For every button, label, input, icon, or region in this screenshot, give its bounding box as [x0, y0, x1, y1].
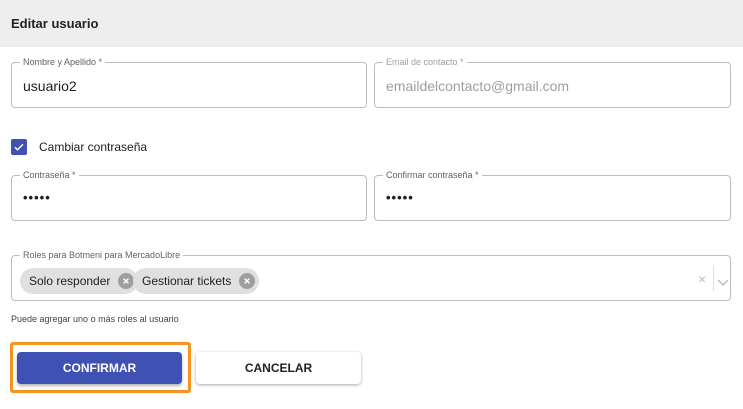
password-field-label: Contraseña * [20, 169, 79, 181]
confirm-password-field[interactable]: Confirmar contraseña * ••••• [374, 169, 731, 221]
close-circle-icon[interactable] [118, 273, 135, 289]
roles-helper-text: Puede agregar uno o más roles al usuario [11, 314, 179, 324]
change-password-label: Cambiar contraseña [39, 140, 148, 154]
password-field[interactable]: Contraseña * ••••• [11, 169, 367, 221]
password-field-value: ••••• [23, 190, 51, 205]
email-field-placeholder: emaildelcontacto@gmail.com [386, 78, 570, 94]
check-icon [14, 143, 24, 151]
dialog-title: Editar usuario [11, 16, 99, 31]
change-password-checkbox[interactable] [11, 139, 27, 155]
confirm-password-field-label: Confirmar contraseña * [383, 169, 482, 181]
name-field-value: usuario2 [23, 78, 77, 94]
roles-select-label: Roles para Botmeni para MercadoLibre [20, 249, 184, 261]
confirm-button[interactable]: CONFIRMAR [17, 352, 182, 384]
role-chip-label: Gestionar tickets [142, 274, 232, 288]
role-chip-label: Solo responder [29, 274, 111, 288]
role-chip-solo-responder: Solo responder [20, 268, 139, 294]
clear-selection-icon[interactable]: × [698, 271, 706, 287]
chevron-down-icon[interactable] [717, 274, 729, 292]
change-password-row[interactable]: Cambiar contraseña [11, 139, 147, 155]
role-chip-gestionar-tickets: Gestionar tickets [133, 268, 260, 294]
email-field-label: Email de contacto * [383, 56, 467, 68]
select-divider [713, 265, 714, 291]
confirm-password-field-value: ••••• [386, 190, 414, 205]
cancel-button[interactable]: CANCELAR [196, 352, 361, 384]
close-circle-icon[interactable] [239, 273, 256, 289]
dialog-header: Editar usuario [0, 0, 743, 47]
name-field[interactable]: Nombre y Apellido * usuario2 [11, 56, 367, 108]
name-field-label: Nombre y Apellido * [20, 56, 106, 68]
email-field[interactable]: Email de contacto * emaildelcontacto@gma… [374, 56, 731, 108]
